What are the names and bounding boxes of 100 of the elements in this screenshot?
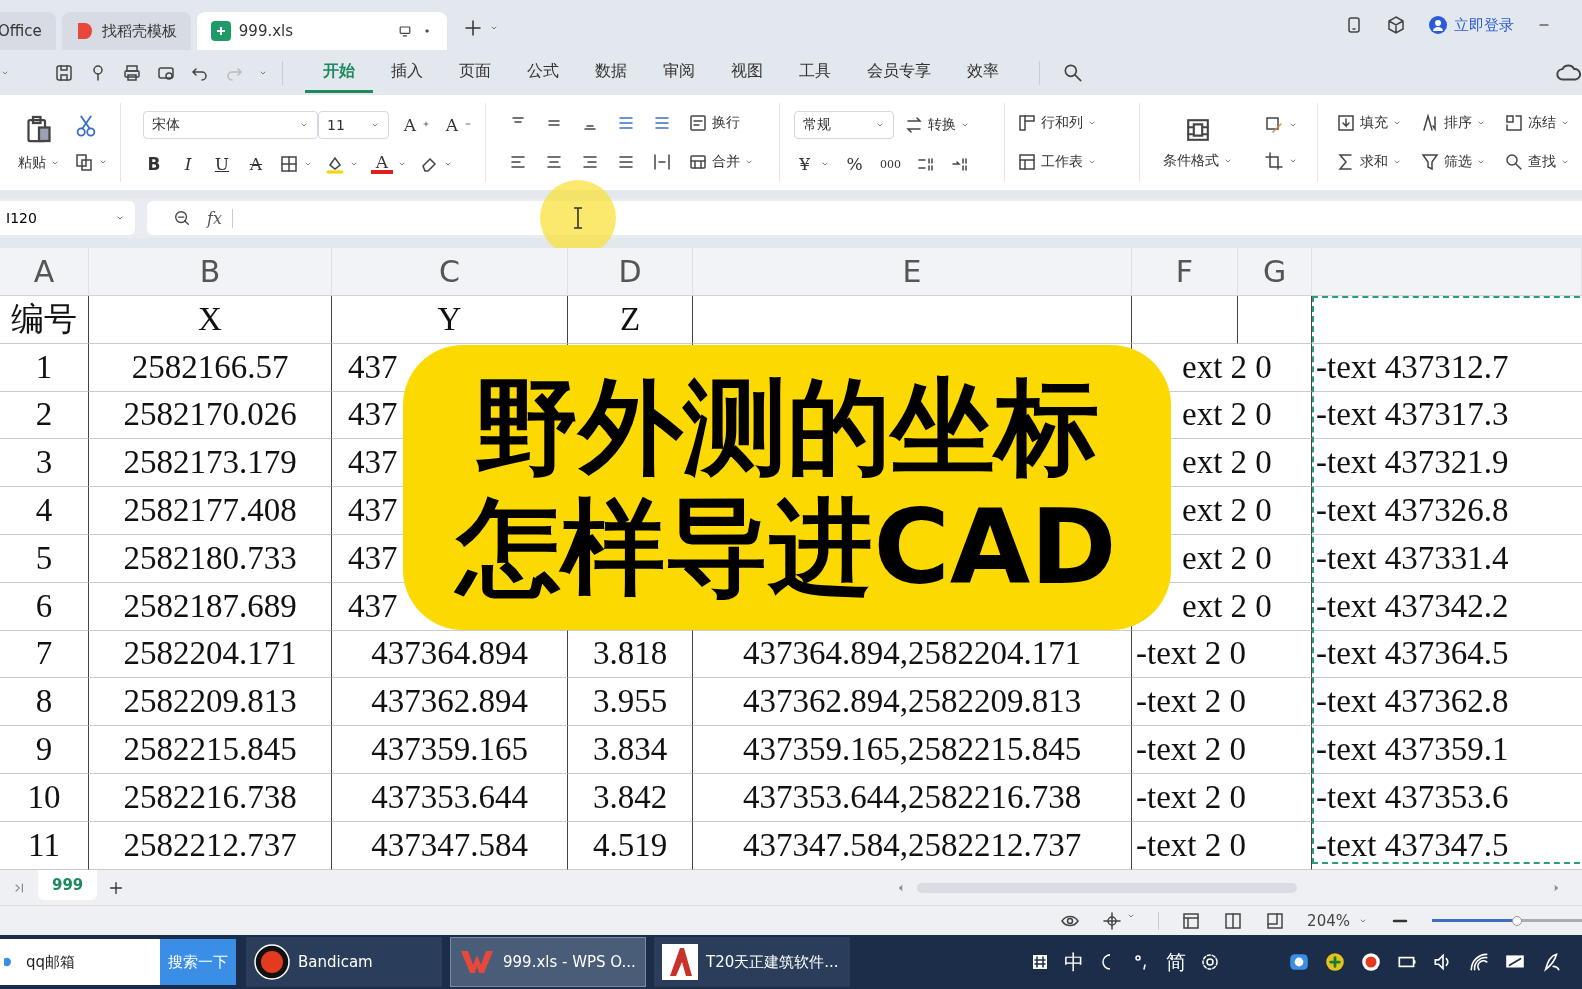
conditional-format-button[interactable]: 条件格式 — [1163, 151, 1234, 170]
thousands-button[interactable]: 000 — [879, 157, 902, 171]
record-tray-icon[interactable] — [1360, 951, 1382, 973]
sum-button[interactable]: 求和 — [1336, 152, 1402, 173]
convert-icon[interactable] — [903, 114, 924, 135]
column-header[interactable]: E — [693, 248, 1132, 296]
freeze-button[interactable]: 冻结 — [1504, 112, 1570, 133]
column-header[interactable]: C — [332, 248, 568, 296]
font-color-button[interactable]: A — [371, 154, 393, 175]
copy-icon[interactable] — [74, 151, 94, 172]
normal-view-icon[interactable] — [1181, 910, 1202, 931]
strikethrough-button[interactable]: A — [245, 154, 267, 175]
taskbar-app[interactable]: 999.xls - WPS O... — [450, 937, 646, 987]
crop-icon[interactable] — [1263, 150, 1284, 171]
menu-tab[interactable]: 数据 — [577, 52, 645, 93]
underline-button[interactable]: U — [211, 154, 233, 175]
filter-button[interactable]: 筛选 — [1420, 152, 1486, 173]
table-cell: X — [89, 296, 332, 344]
number-format-select[interactable]: 常规 — [793, 110, 894, 139]
worksheet-button[interactable]: 工作表 — [1017, 152, 1127, 173]
font-name-select[interactable]: 宋体 — [143, 110, 319, 139]
formula-field[interactable]: fx — [147, 201, 1582, 235]
convert-button[interactable]: 转换 — [903, 114, 970, 135]
add-icon[interactable] — [462, 18, 483, 38]
app-tab[interactable]: 找稻壳模板 — [61, 12, 191, 50]
currency-button[interactable]: ¥ — [793, 154, 816, 175]
table-cell: -text 437347.5 — [1312, 821, 1582, 870]
name-box[interactable]: I120 — [0, 201, 135, 235]
page-break-icon[interactable] — [1265, 910, 1286, 931]
rows-columns-icon[interactable] — [1017, 112, 1038, 133]
find-button[interactable]: 查找 — [1504, 152, 1570, 173]
paste-icon[interactable] — [24, 113, 54, 144]
table-cell: -text 437317.3 — [1312, 391, 1582, 440]
table-cell: 3.834 — [568, 726, 693, 774]
table-cell: 2582216.738 — [89, 773, 332, 822]
table-cell: -text 437362.8 — [1312, 678, 1582, 727]
column-header[interactable]: G — [1238, 248, 1312, 296]
zoom-icon[interactable] — [173, 209, 191, 227]
plus-app-icon[interactable] — [1324, 951, 1346, 973]
filter-icon[interactable] — [1420, 152, 1440, 173]
worksheet-icon[interactable] — [1017, 152, 1038, 173]
menu-tab[interactable]: 会员专享 — [849, 52, 949, 93]
paste-button[interactable]: 粘贴 — [18, 153, 60, 172]
ime-mode[interactable]: 中 — [1064, 948, 1084, 976]
wrap-text-button[interactable]: 换行 — [688, 112, 740, 133]
locate-icon[interactable] — [1102, 910, 1123, 931]
italic-button[interactable]: I — [177, 154, 199, 175]
freeze-icon[interactable] — [1504, 112, 1524, 133]
fill-color-icon[interactable] — [325, 154, 345, 175]
cube-icon[interactable] — [1386, 15, 1406, 35]
ime-grid-icon[interactable] — [1030, 952, 1050, 972]
avatar-icon[interactable] — [1428, 15, 1448, 35]
table-cell: 11 — [0, 821, 89, 870]
search-field[interactable]: qq邮箱 — [0, 939, 160, 985]
taskbar-app[interactable]: T20天正建筑软件... — [654, 937, 850, 987]
grow-font-button[interactable]: A — [399, 114, 421, 135]
fill-button[interactable]: 填充 — [1336, 112, 1402, 133]
column-header[interactable]: A — [0, 248, 89, 296]
borders-icon[interactable] — [279, 154, 299, 175]
sort-button[interactable]: 排序 — [1420, 112, 1486, 133]
zoom-level[interactable]: 204% — [1307, 911, 1350, 930]
table-cell: -text 437326.8 — [1312, 487, 1582, 535]
print-icon[interactable] — [122, 62, 142, 83]
settings-icon[interactable] — [1200, 952, 1220, 972]
table-cell: 2 — [0, 391, 89, 440]
menu-tab[interactable]: 页面 — [441, 52, 509, 93]
login-link[interactable]: 立即登录 — [1454, 15, 1514, 35]
menu-tab[interactable]: 公式 — [509, 52, 577, 93]
sheet-tab[interactable]: 999 — [38, 870, 98, 900]
merge-button[interactable]: 合并 — [688, 152, 754, 173]
table-cell: 2582187.689 — [89, 582, 332, 631]
font-size-select[interactable]: 11 — [318, 110, 389, 139]
taskbar-app[interactable]: Bandicam — [246, 937, 442, 987]
find-icon[interactable] — [1504, 152, 1524, 173]
menu-tab[interactable]: 工具 — [781, 52, 849, 93]
shrink-font-button[interactable]: A — [441, 114, 463, 135]
column-header[interactable]: F — [1132, 248, 1238, 296]
menu-tab[interactable]: 效率 — [949, 52, 1017, 93]
column-header[interactable]: B — [89, 248, 332, 296]
page-layout-icon[interactable] — [1223, 910, 1244, 931]
bold-button[interactable]: B — [143, 154, 165, 175]
save-icon[interactable] — [54, 62, 74, 83]
menu-tab[interactable]: 插入 — [373, 52, 441, 93]
wifi-icon[interactable] — [1468, 951, 1490, 973]
menu-tab[interactable]: 视图 — [713, 52, 781, 93]
ime-script[interactable]: 简 — [1166, 948, 1186, 976]
table-cell: 2582177.408 — [89, 487, 332, 535]
fill-icon[interactable] — [1336, 112, 1356, 133]
docer-logo-icon — [75, 21, 94, 41]
cut-icon[interactable] — [74, 113, 98, 138]
menu-tab[interactable]: 审阅 — [645, 52, 713, 93]
column-header[interactable]: D — [568, 248, 693, 296]
app-tab[interactable]: 999.xls — [196, 12, 447, 50]
cell-style-icon[interactable] — [1263, 114, 1284, 135]
distributed-icon[interactable] — [652, 152, 672, 173]
chat-app-icon[interactable] — [1288, 951, 1310, 973]
wrap-icon[interactable] — [688, 112, 708, 133]
menu-tab[interactable]: 开始 — [305, 52, 373, 93]
rows-columns-button[interactable]: 行和列 — [1017, 112, 1127, 133]
percent-button[interactable]: % — [843, 154, 866, 175]
